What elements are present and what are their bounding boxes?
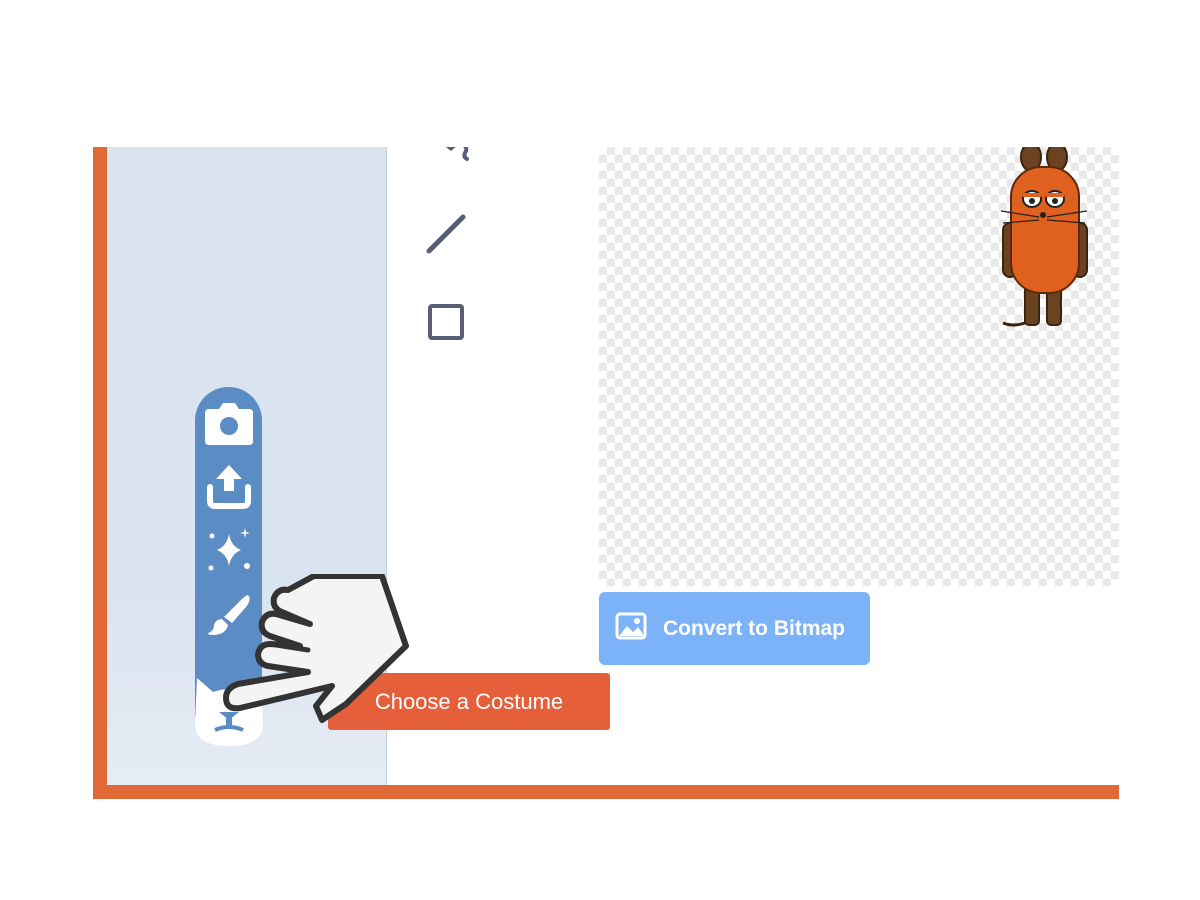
frame-border-left	[93, 147, 107, 799]
fill-icon[interactable]	[431, 147, 475, 170]
upload-icon[interactable]	[195, 461, 262, 511]
image-icon	[615, 612, 647, 646]
pointing-hand-cursor	[222, 573, 412, 729]
rectangle-icon[interactable]	[427, 303, 465, 346]
camera-icon[interactable]	[195, 399, 262, 449]
convert-button-label: Convert to Bitmap	[663, 616, 846, 640]
frame-border-bottom	[93, 785, 1119, 799]
mouse-sprite	[999, 147, 1091, 340]
surprise-icon[interactable]	[195, 525, 262, 575]
line-icon[interactable]	[425, 213, 467, 260]
convert-to-bitmap-button[interactable]: Convert to Bitmap	[599, 592, 870, 665]
paint-canvas[interactable]	[599, 147, 1119, 586]
